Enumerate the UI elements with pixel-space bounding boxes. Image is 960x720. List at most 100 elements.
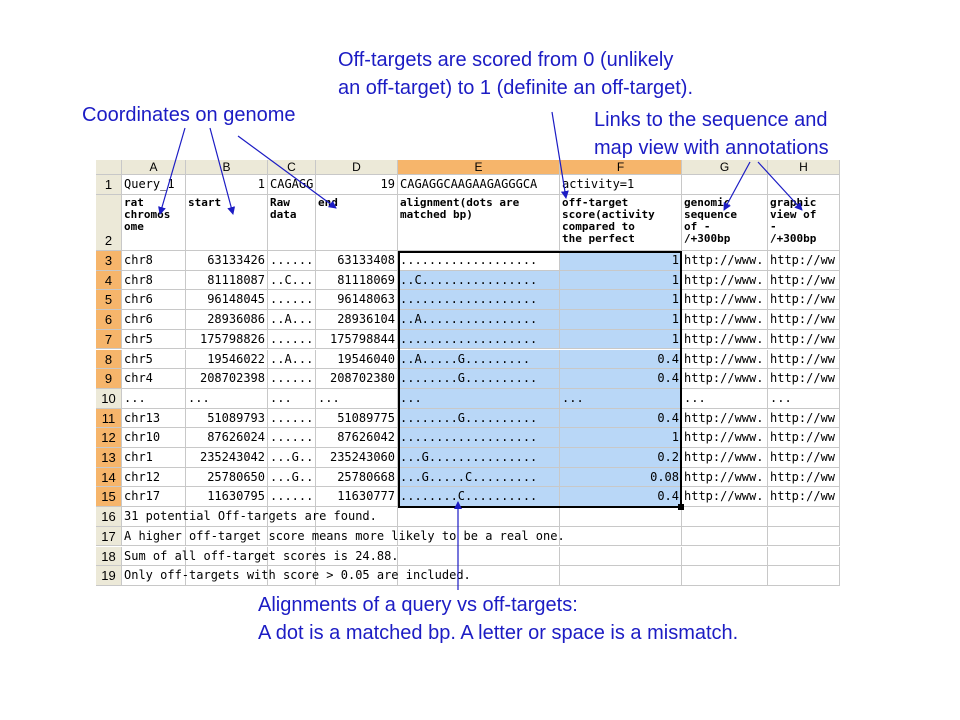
row1-cell-f[interactable]: activity=1 — [560, 175, 682, 195]
cell-start-row-10[interactable]: ... — [186, 388, 268, 409]
cell-score-row-7[interactable]: 1 — [560, 329, 682, 350]
cell-align-row-14[interactable]: ...G.....C......... — [398, 467, 560, 488]
cell-score-row-6[interactable]: 1 — [560, 310, 682, 330]
cell-score-row-10[interactable]: ... — [560, 388, 682, 409]
cell-end-row-10[interactable]: ... — [316, 388, 398, 409]
column-title-c[interactable]: Raw data — [268, 195, 316, 251]
cell-start-row-6[interactable]: 28936086 — [186, 310, 268, 330]
cell-chr-row-9[interactable]: chr4 — [122, 369, 186, 389]
cell-chr-row-15[interactable]: chr17 — [122, 487, 186, 508]
cell-start-row-13[interactable]: 235243042 — [186, 448, 268, 468]
cell-end-row-9[interactable]: 208702380 — [316, 369, 398, 389]
column-title-h[interactable]: graphic view of - /+300bp — [768, 195, 840, 251]
graphic-view-link-row-5[interactable]: http://ww — [768, 290, 840, 311]
empty-cell[interactable] — [768, 566, 840, 586]
cell-end-row-6[interactable]: 28936104 — [316, 310, 398, 330]
row-header-14[interactable]: 14 — [96, 467, 122, 488]
row-header-2[interactable]: 2 — [96, 195, 122, 251]
empty-cell[interactable] — [768, 507, 840, 527]
cell-chr-row-11[interactable]: chr13 — [122, 408, 186, 429]
select-all-corner[interactable] — [96, 160, 122, 175]
cell-score-row-13[interactable]: 0.2 — [560, 448, 682, 468]
cell-start-row-8[interactable]: 19546022 — [186, 349, 268, 370]
cell-raw-row-5[interactable]: ...... — [268, 290, 316, 311]
row1-cell-d[interactable]: 19 — [316, 175, 398, 195]
row-header-12[interactable]: 12 — [96, 428, 122, 448]
cell-align-row-4[interactable]: ..C................ — [398, 270, 560, 291]
cell-align-row-8[interactable]: ..A.....G......... — [398, 349, 560, 370]
genomic-sequence-link-row-4[interactable]: http://www. — [682, 270, 768, 291]
cell-align-row-7[interactable]: ................... — [398, 329, 560, 350]
genomic-sequence-link-row-7[interactable]: http://www. — [682, 329, 768, 350]
graphic-view-link-row-15[interactable]: http://ww — [768, 487, 840, 508]
cell-chr-row-5[interactable]: chr6 — [122, 290, 186, 311]
row-header-3[interactable]: 3 — [96, 251, 122, 271]
graphic-view-link-row-11[interactable]: http://ww — [768, 408, 840, 429]
graphic-view-link-row-13[interactable]: http://ww — [768, 448, 840, 468]
spreadsheet[interactable]: A B C D E F G H 1 Query_1 1 CAGAGG 19 CAGAGGCAAGAAGAG… — [96, 160, 840, 590]
cell-align-row-13[interactable]: ...G............... — [398, 448, 560, 468]
empty-cell[interactable] — [768, 546, 840, 567]
row-header-16[interactable]: 16 — [96, 507, 122, 527]
cell-chr-row-8[interactable]: chr5 — [122, 349, 186, 370]
genomic-sequence-link-row-14[interactable]: http://www. — [682, 467, 768, 488]
column-header-a[interactable]: A — [122, 160, 186, 175]
row1-cell-a[interactable]: Query_1 — [122, 175, 186, 195]
column-title-e[interactable]: alignment(dots are matched bp) — [398, 195, 560, 251]
cell-end-row-3[interactable]: 63133408 — [316, 251, 398, 271]
cell-chr-row-6[interactable]: chr6 — [122, 310, 186, 330]
column-title-b[interactable]: start — [186, 195, 268, 251]
cell-raw-row-7[interactable]: ...... — [268, 329, 316, 350]
cell-end-row-7[interactable]: 175798844 — [316, 329, 398, 350]
genomic-sequence-link-row-6[interactable]: http://www. — [682, 310, 768, 330]
cell-score-row-8[interactable]: 0.4 — [560, 349, 682, 370]
row-header-9[interactable]: 9 — [96, 369, 122, 389]
cell-start-row-9[interactable]: 208702398 — [186, 369, 268, 389]
cell-raw-row-9[interactable]: ...... — [268, 369, 316, 389]
graphic-view-link-row-9[interactable]: http://ww — [768, 369, 840, 389]
cell-chr-row-4[interactable]: chr8 — [122, 270, 186, 291]
graphic-view-link-row-6[interactable]: http://ww — [768, 310, 840, 330]
cell-align-row-9[interactable]: ........G.......... — [398, 369, 560, 389]
cell-end-row-8[interactable]: 19546040 — [316, 349, 398, 370]
cell-align-row-10[interactable]: ... — [398, 388, 560, 409]
cell-start-row-14[interactable]: 25780650 — [186, 467, 268, 488]
row1-cell-g[interactable] — [682, 175, 768, 195]
cell-align-row-12[interactable]: ................... — [398, 428, 560, 448]
graphic-view-link-row-8[interactable]: http://ww — [768, 349, 840, 370]
row-header-1[interactable]: 1 — [96, 175, 122, 195]
cell-align-row-3[interactable]: ................... — [398, 251, 560, 271]
graphic-view-link-row-4[interactable]: http://ww — [768, 270, 840, 291]
row-header-5[interactable]: 5 — [96, 290, 122, 311]
genomic-sequence-link-row-11[interactable]: http://www. — [682, 408, 768, 429]
cell-score-row-9[interactable]: 0.4 — [560, 369, 682, 389]
row-header-11[interactable]: 11 — [96, 408, 122, 429]
row-header-7[interactable]: 7 — [96, 329, 122, 350]
cell-score-row-11[interactable]: 0.4 — [560, 408, 682, 429]
genomic-sequence-link-row-5[interactable]: http://www. — [682, 290, 768, 311]
genomic-sequence-link-row-3[interactable]: http://www. — [682, 251, 768, 271]
graphic-view-link-row-12[interactable]: http://ww — [768, 428, 840, 448]
cell-score-row-15[interactable]: 0.4 — [560, 487, 682, 508]
column-header-e[interactable]: E — [398, 160, 560, 175]
column-title-f[interactable]: off-target score(activity compared to th… — [560, 195, 682, 251]
cell-end-row-14[interactable]: 25780668 — [316, 467, 398, 488]
column-title-d[interactable]: end — [316, 195, 398, 251]
cell-raw-row-8[interactable]: ..A... — [268, 349, 316, 370]
column-title-g[interactable]: genomic sequence of - /+300bp — [682, 195, 768, 251]
cell-chr-row-10[interactable]: ... — [122, 388, 186, 409]
cell-align-row-5[interactable]: ................... — [398, 290, 560, 311]
cell-align-row-15[interactable]: ........C.......... — [398, 487, 560, 508]
column-header-f[interactable]: F — [560, 160, 682, 175]
cell-raw-row-12[interactable]: ...... — [268, 428, 316, 448]
genomic-sequence-link-row-15[interactable]: http://www. — [682, 487, 768, 508]
graphic-view-link-row-3[interactable]: http://ww — [768, 251, 840, 271]
cell-start-row-3[interactable]: 63133426 — [186, 251, 268, 271]
cell-start-row-4[interactable]: 81118087 — [186, 270, 268, 291]
graphic-view-link-row-7[interactable]: http://ww — [768, 329, 840, 350]
cell-end-row-15[interactable]: 11630777 — [316, 487, 398, 508]
row1-cell-c[interactable]: CAGAGG — [268, 175, 316, 195]
cell-end-row-13[interactable]: 235243060 — [316, 448, 398, 468]
graphic-view-link-row-10[interactable]: ... — [768, 388, 840, 409]
row-header-13[interactable]: 13 — [96, 448, 122, 468]
